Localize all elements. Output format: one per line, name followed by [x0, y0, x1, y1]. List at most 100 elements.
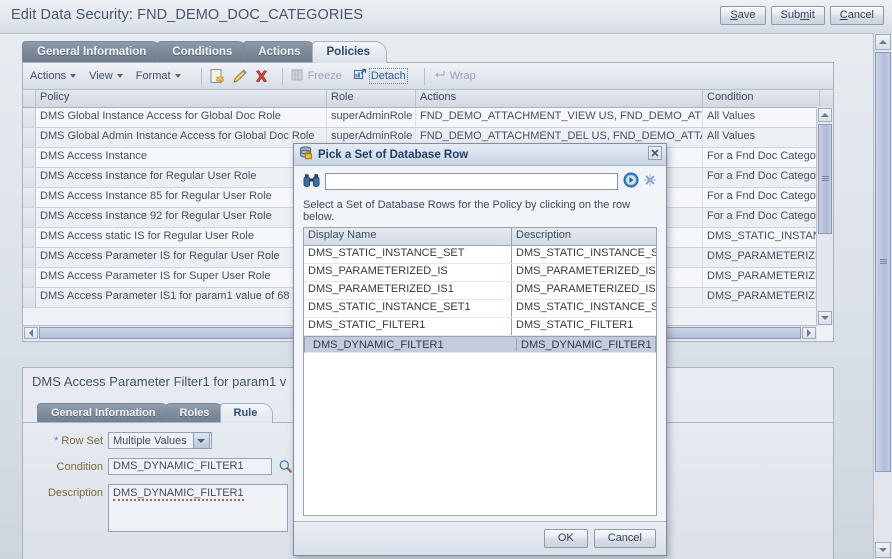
dialog-display-name-cell: DMS_DYNAMIC_FILTER1 [309, 338, 517, 351]
format-menu-label: Format [135, 70, 171, 82]
dialog-result-row[interactable]: DMS_PARAMETERIZED_IS DMS_PARAMETERIZED_IS [304, 264, 656, 282]
go-arrow-icon[interactable] [623, 172, 639, 191]
chevron-down-icon[interactable] [192, 432, 210, 449]
column-header-policy[interactable]: Policy [36, 90, 327, 107]
row-select-cell[interactable] [23, 108, 36, 127]
toolbar-divider [281, 67, 283, 85]
grid-vertical-scrollbar[interactable] [816, 107, 833, 326]
toolbar-divider [423, 67, 425, 85]
detail-tab-rule[interactable]: Rule [219, 403, 274, 423]
close-icon[interactable] [648, 146, 662, 160]
dialog-result-row[interactable]: DMS_PARAMETERIZED_IS1 DMS_PARAMETERIZED_I… [304, 282, 656, 300]
dialog-result-row[interactable]: DMS_DYNAMIC_FILTER1 DMS_DYNAMIC_FILTER1 [304, 336, 656, 353]
dialog-cancel-button[interactable]: Cancel [593, 529, 656, 548]
row-select-cell[interactable] [23, 208, 36, 227]
policy-cell: DMS Access Instance [36, 148, 327, 167]
table-toolbar: Actions View Format Freeze Detach Wrap [23, 63, 833, 90]
dialog-body: Select a Set of Database Rows for the Po… [294, 165, 666, 521]
detail-tab-roles[interactable]: Roles [165, 403, 226, 423]
format-menu[interactable]: Format [136, 70, 181, 82]
condition-cell: For a Fnd Doc Categori [703, 208, 820, 227]
freeze-button[interactable]: Freeze [290, 68, 342, 85]
submit-button[interactable]: Submit [770, 6, 825, 25]
dialog-column-description[interactable]: Description [512, 228, 656, 245]
tab-general-information[interactable]: General Information [22, 41, 164, 63]
scroll-up-button[interactable] [818, 108, 832, 122]
dialog-display-name-cell: DMS_STATIC_INSTANCE_SET [304, 246, 512, 263]
row-set-select[interactable]: Multiple Values [108, 432, 212, 449]
actions-menu-label: Actions [30, 70, 67, 82]
dialog-description-cell: DMS_STATIC_INSTANCE_SET [516, 301, 656, 313]
new-icon[interactable] [209, 68, 226, 85]
page-scroll-thumb[interactable] [875, 52, 891, 472]
condition-cell: For a Fnd Doc Categori [703, 188, 820, 207]
clear-icon[interactable] [643, 173, 657, 190]
column-header-role[interactable]: Role [327, 90, 416, 107]
detail-title: DMS Access Parameter Filter1 for param1 … [32, 374, 287, 389]
condition-cell: For a Fnd Doc Categori [703, 168, 820, 187]
row-select-cell[interactable] [23, 288, 36, 307]
row-select-cell[interactable] [23, 228, 36, 247]
dialog-ok-button[interactable]: OK [543, 529, 588, 548]
row-select-cell[interactable] [23, 128, 36, 147]
scroll-right-button[interactable] [802, 327, 816, 339]
condition-cell: For a Fnd Doc Categori [703, 148, 820, 167]
row-select-cell[interactable] [23, 188, 36, 207]
dialog-result-row[interactable]: DMS_STATIC_INSTANCE_SET DMS_STATIC_INSTAN… [304, 246, 656, 264]
table-row[interactable]: DMS Global Instance Access for Global Do… [23, 108, 833, 128]
save-button[interactable]: Save [720, 6, 766, 25]
scroll-thumb[interactable] [818, 124, 832, 234]
header-button-group: Save Submit Cancel [720, 6, 884, 25]
page-header: Edit Data Security: FND_DEMO_DOC_CATEGOR… [0, 0, 892, 34]
search-icon[interactable] [278, 459, 293, 474]
wrap-button[interactable]: Wrap [432, 68, 476, 85]
view-menu[interactable]: View [89, 70, 123, 82]
page-vertical-scrollbar[interactable] [873, 33, 892, 559]
column-header-actions[interactable]: Actions [416, 90, 703, 107]
page-scroll-up-button[interactable] [875, 34, 891, 50]
actions-cell: FND_DEMO_ATTACHMENT_VIEW US, FND_DEMO_AT… [416, 108, 703, 127]
dialog-result-row[interactable]: DMS_STATIC_FILTER1 DMS_STATIC_FILTER1 [304, 318, 656, 336]
condition-cell: All Values [703, 108, 820, 127]
view-menu-label: View [89, 70, 113, 82]
detach-button[interactable]: Detach [353, 68, 408, 85]
actions-menu[interactable]: Actions [30, 70, 77, 82]
main-tabbar: General Information Conditions Actions P… [22, 41, 387, 63]
dialog-result-row[interactable]: DMS_STATIC_INSTANCE_SET1 DMS_STATIC_INSTA… [304, 300, 656, 318]
freeze-icon [290, 68, 304, 85]
select-all-header[interactable] [23, 90, 36, 107]
wrap-label: Wrap [449, 70, 476, 82]
dialog-title: Pick a Set of Database Row [318, 148, 469, 161]
row-select-cell[interactable] [23, 268, 36, 287]
tab-policies[interactable]: Policies [311, 41, 387, 63]
dialog-display-name-cell: DMS_PARAMETERIZED_IS [304, 264, 512, 281]
row-select-cell[interactable] [23, 248, 36, 267]
cancel-button[interactable]: Cancel [829, 6, 884, 25]
detail-tab-general-information[interactable]: General Information [37, 403, 172, 423]
dialog-search-input[interactable] [325, 173, 618, 190]
edit-pencil-icon[interactable] [231, 68, 248, 85]
description-textarea[interactable]: DMS_DYNAMIC_FILTER1 [108, 484, 288, 532]
scroll-down-button[interactable] [818, 311, 832, 325]
toolbar-divider [200, 67, 202, 85]
condition-cell: DMS_PARAMETERIZED_ [703, 248, 820, 267]
policy-cell: DMS Access Parameter IS for Regular User… [36, 248, 327, 267]
row-select-cell[interactable] [23, 168, 36, 187]
condition-input[interactable]: DMS_DYNAMIC_FILTER1 [108, 458, 272, 475]
delete-x-icon[interactable] [253, 68, 270, 85]
page-scroll-down-button[interactable] [875, 542, 891, 558]
dialog-titlebar[interactable]: Pick a Set of Database Row [294, 144, 666, 166]
tab-actions[interactable]: Actions [243, 41, 318, 63]
scroll-left-button[interactable] [24, 327, 38, 339]
detail-tabbar: General Information Roles Rule [37, 403, 274, 423]
row-set-value: Multiple Values [113, 434, 187, 447]
condition-cell: DMS_STATIC_INSTANC [703, 228, 820, 247]
column-header-condition[interactable]: Condition [703, 90, 820, 107]
dialog-column-display-name[interactable]: Display Name [304, 228, 512, 245]
dialog-description-cell: DMS_DYNAMIC_FILTER1 [521, 339, 652, 351]
row-select-cell[interactable] [23, 148, 36, 167]
grip-icon [822, 176, 829, 182]
policy-cell: DMS Access Instance 92 for Regular User … [36, 208, 327, 227]
dialog-footer: OK Cancel [294, 521, 666, 555]
tab-conditions[interactable]: Conditions [157, 41, 250, 63]
